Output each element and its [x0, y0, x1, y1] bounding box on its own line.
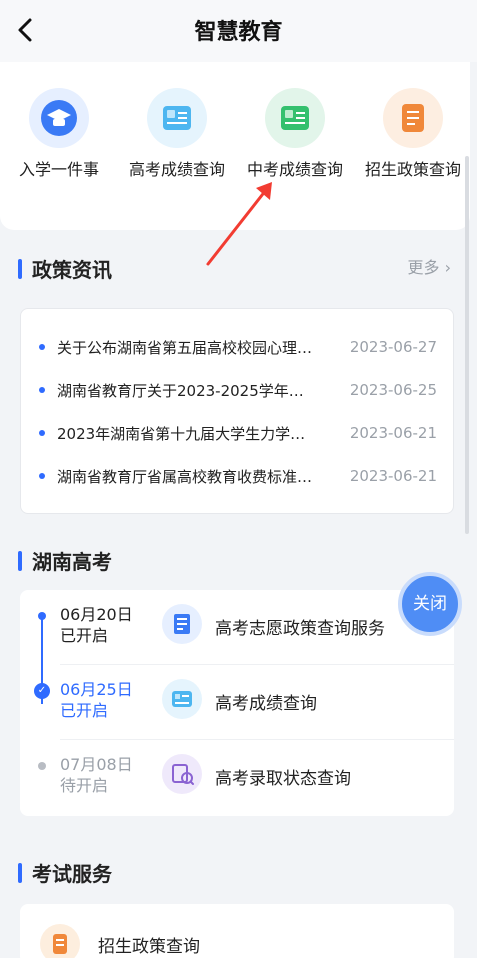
section-title-text: 湖南高考: [32, 550, 112, 574]
zhongkao-card-icon: [265, 88, 325, 148]
gaokao-card-icon: [162, 679, 202, 719]
news-item[interactable]: 湖南省教育厅省属高校教育收费标准… 2023-06-21: [39, 464, 437, 488]
status-text: 待开启: [60, 776, 109, 795]
grid-label: 高考成绩查询: [128, 160, 225, 179]
close-button[interactable]: 关闭: [398, 572, 462, 636]
scrollbar[interactable]: [465, 156, 469, 534]
news-title: 湖南省教育厅省属高校教育收费标准…: [57, 467, 313, 486]
section-title-text: 考试服务: [32, 862, 112, 886]
news-date: 2023-06-21: [349, 424, 437, 442]
section-title-exam: 考试服务: [18, 858, 112, 887]
news-date: 2023-06-21: [349, 467, 437, 485]
date-text: 06月20日: [60, 605, 133, 624]
timeline-row[interactable]: 07月08日 待开启 高考录取状态查询: [20, 740, 454, 815]
section-marker: [18, 862, 22, 883]
bullet-dot: [39, 430, 45, 436]
section-marker: [18, 550, 22, 571]
news-title: 2023年湖南省第十九届大学生力学…: [57, 424, 306, 443]
document-icon: [383, 88, 443, 148]
check-icon: ✓: [34, 683, 50, 699]
bullet-dot: [39, 344, 45, 350]
chevron-right-icon: ›: [444, 258, 451, 277]
grid-label: 招生政策查询: [364, 160, 461, 179]
section-marker: [18, 258, 22, 279]
status-text: 已开启: [60, 701, 109, 720]
document-icon: [40, 924, 80, 958]
news-item[interactable]: 2023年湖南省第十九届大学生力学… 2023-06-21: [39, 421, 437, 445]
timeline-date: 06月20日 已开启: [60, 604, 133, 646]
news-date: 2023-06-27: [349, 338, 437, 356]
timeline-row[interactable]: 06月20日 已开启 高考志愿政策查询服务: [20, 590, 454, 665]
gaokao-card-icon: [147, 88, 207, 148]
grid-item-gaokao-score[interactable]: 高考成绩查询: [118, 88, 236, 180]
news-title: 关于公布湖南省第五届高校校园心理…: [57, 338, 313, 357]
service-label: 高考成绩查询: [215, 694, 317, 714]
news-list: 关于公布湖南省第五届高校校园心理… 2023-06-27 湖南省教育厅关于202…: [20, 308, 454, 514]
timeline-date: 07月08日 待开启: [60, 754, 133, 796]
status-text: 已开启: [60, 626, 109, 645]
timeline-dot: [38, 612, 46, 620]
grid-label: 中考成绩查询: [246, 160, 343, 179]
news-item[interactable]: 湖南省教育厅关于2023-2025学年… 2023-06-25: [39, 378, 437, 402]
news-title: 湖南省教育厅关于2023-2025学年…: [57, 381, 304, 400]
gaokao-timeline: 06月20日 已开启 高考志愿政策查询服务 ✓ 06月25日 已开启 高考成绩查…: [20, 590, 454, 816]
section-title-gaokao: 湖南高考: [18, 546, 112, 575]
grid-label: 入学一件事: [18, 160, 99, 179]
grid-item-zhongkao-score[interactable]: 中考成绩查询: [236, 88, 354, 180]
section-title-text: 政策资讯: [32, 258, 112, 282]
grid-item-enrollment[interactable]: 入学一件事: [0, 88, 118, 180]
notebook-icon: [162, 604, 202, 644]
search-person-icon: [162, 754, 202, 794]
bullet-dot: [39, 387, 45, 393]
timeline-dot: [38, 762, 46, 770]
timeline-date: 06月25日 已开启: [60, 679, 133, 721]
news-item[interactable]: 关于公布湖南省第五届高校校园心理… 2023-06-27: [39, 335, 437, 359]
timeline-row[interactable]: ✓ 06月25日 已开启 高考成绩查询: [20, 665, 454, 740]
date-text: 06月25日: [60, 680, 133, 699]
service-label: 高考录取状态查询: [215, 769, 351, 789]
service-label: 高考志愿政策查询服务: [215, 619, 385, 639]
exam-service-list: 招生政策查询: [20, 904, 454, 958]
grid-item-admission-policy[interactable]: 招生政策查询: [354, 88, 472, 180]
date-text: 07月08日: [60, 755, 133, 774]
red-arrow-annotation: [206, 182, 272, 266]
page-title: 智慧教育: [194, 20, 283, 45]
exam-item-label[interactable]: 招生政策查询: [98, 932, 200, 957]
more-label: 更多: [407, 258, 440, 277]
graduation-cap-icon: [29, 88, 89, 148]
news-date: 2023-06-25: [349, 381, 437, 399]
header: 智慧教育: [0, 0, 477, 62]
section-title-policy: 政策资讯: [18, 254, 112, 283]
bullet-dot: [39, 473, 45, 479]
more-link[interactable]: 更多 ›: [407, 254, 451, 278]
